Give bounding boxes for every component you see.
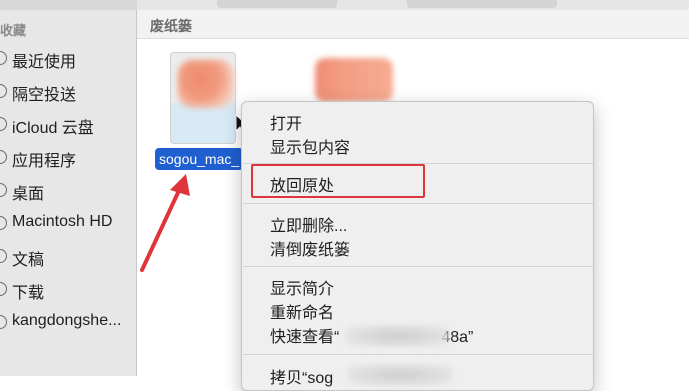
menu-item-show-package-contents[interactable]: 显示包内容 xyxy=(270,134,350,158)
menu-item-get-info[interactable]: 显示简介 xyxy=(270,275,334,299)
blur-redaction xyxy=(346,325,450,347)
blurred-app-icon xyxy=(178,60,234,108)
sidebar-item-applications[interactable]: 应用程序 xyxy=(0,143,137,171)
document-icon xyxy=(0,249,7,263)
sidebar-item-label: 文稿 xyxy=(12,252,45,269)
quick-look-prefix: 快速查看“ xyxy=(270,329,340,346)
sidebar-item-recents[interactable]: 最近使用 xyxy=(0,44,137,72)
download-icon xyxy=(0,282,7,296)
sidebar-item-home[interactable]: kangdongshe... xyxy=(0,308,137,336)
sidebar-item-macintosh-hd[interactable]: Macintosh HD xyxy=(0,209,137,237)
sidebar-item-label: kangdongshe... xyxy=(12,312,122,329)
annotation-arrow-icon xyxy=(140,174,190,272)
menu-item-empty-trash[interactable]: 清倒废纸篓 xyxy=(270,236,350,260)
cloud-icon xyxy=(0,117,7,131)
menu-item-delete-immediately[interactable]: 立即删除... xyxy=(270,212,347,236)
sidebar-item-airdrop[interactable]: 隔空投送 xyxy=(0,77,137,105)
sidebar-item-label: 最近使用 xyxy=(12,54,77,71)
sidebar-item-icloud[interactable]: iCloud 云盘 xyxy=(0,110,137,138)
toolbar-button[interactable] xyxy=(217,0,337,8)
sidebar-item-label: Macintosh HD xyxy=(12,213,113,230)
sidebar-item-label: 隔空投送 xyxy=(12,87,77,104)
menu-item-rename[interactable]: 重新命名 xyxy=(270,299,334,323)
sidebar-item-downloads[interactable]: 下载 xyxy=(0,275,137,303)
sidebar-item-label: 桌面 xyxy=(12,186,45,203)
file-name-label[interactable]: sogou_mac_ xyxy=(155,148,244,170)
disk-icon xyxy=(0,216,7,230)
sidebar: 收藏 最近使用 隔空投送 iCloud 云盘 应用程序 桌面 Macintosh… xyxy=(0,0,137,376)
context-menu: 打开 显示包内容 放回原处 立即删除... 清倒废纸篓 显示简介 重新命名 快速… xyxy=(241,101,594,391)
sidebar-item-desktop[interactable]: 桌面 xyxy=(0,176,137,204)
location-title: 废纸篓 xyxy=(150,18,192,34)
sidebar-item-documents[interactable]: 文稿 xyxy=(0,242,137,270)
toolbar-edge xyxy=(137,0,689,10)
home-icon xyxy=(0,315,7,329)
sidebar-item-label: 应用程序 xyxy=(12,153,77,170)
desktop-icon xyxy=(0,183,7,197)
blurred-app-icon xyxy=(315,58,393,102)
airdrop-icon xyxy=(0,84,7,98)
file-icon-second[interactable] xyxy=(315,58,395,106)
applications-icon xyxy=(0,150,7,164)
menu-item-copy[interactable]: 拷贝“sog xyxy=(270,364,333,388)
menu-item-open[interactable]: 打开 xyxy=(270,110,302,134)
clock-icon xyxy=(0,51,7,65)
menu-separator xyxy=(243,354,593,355)
sidebar-item-label: iCloud 云盘 xyxy=(12,120,94,137)
sidebar-toolbar-edge xyxy=(0,0,137,10)
file-icon-sogou[interactable] xyxy=(170,52,238,144)
menu-separator xyxy=(243,203,593,204)
blur-redaction xyxy=(348,364,452,386)
path-header: 废纸篓 xyxy=(137,10,689,39)
sidebar-section-title: 收藏 xyxy=(0,23,27,38)
menu-item-put-back[interactable]: 放回原处 xyxy=(270,172,334,196)
toolbar-button[interactable] xyxy=(407,0,557,8)
menu-separator xyxy=(243,266,593,267)
sidebar-item-label: 下载 xyxy=(12,285,45,302)
